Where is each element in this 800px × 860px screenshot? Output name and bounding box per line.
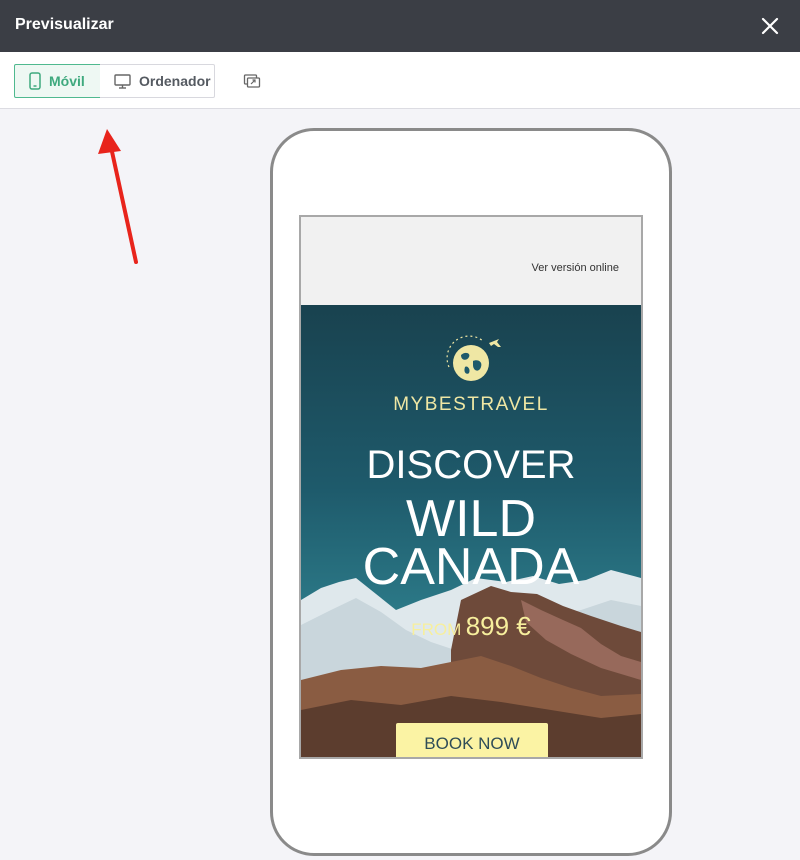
subheadline: WILD CANADA <box>301 490 641 596</box>
subheadline-line-1: WILD <box>406 490 536 548</box>
mobile-phone-icon <box>29 72 41 90</box>
desktop-view-button[interactable]: Ordenador <box>100 64 215 98</box>
share-preview-icon[interactable] <box>243 72 261 90</box>
hero-banner: MYBESTRAVEL DISCOVER WILD CANADA FROM 89… <box>301 305 641 757</box>
globe-plane-logo <box>446 335 501 381</box>
book-now-button[interactable]: BOOK NOW <box>396 723 548 757</box>
close-icon[interactable] <box>758 14 782 38</box>
desktop-view-label: Ordenador <box>139 73 211 89</box>
preheader: Ver versión online <box>301 217 641 305</box>
price-line: FROM 899 € <box>301 611 641 642</box>
page-title: Previsualizar <box>15 16 114 33</box>
desktop-monitor-icon <box>114 73 131 89</box>
online-version-link[interactable]: Ver versión online <box>532 262 619 274</box>
headline: DISCOVER <box>366 443 576 487</box>
subheadline-line-2: CANADA <box>362 538 580 596</box>
preview-toolbar: Móvil Ordenador <box>0 52 800 109</box>
mobile-view-button[interactable]: Móvil <box>14 64 101 98</box>
price-amount: 899 € <box>465 611 531 641</box>
annotation-arrow <box>98 129 138 264</box>
preview-header: Previsualizar <box>0 0 800 52</box>
price-prefix: FROM <box>411 620 462 639</box>
mobile-view-label: Móvil <box>49 73 85 89</box>
brand-name: MYBESTRAVEL <box>393 394 549 415</box>
email-preview[interactable]: Ver versión online MYBESTRAVEL DISCOVER … <box>299 215 643 759</box>
